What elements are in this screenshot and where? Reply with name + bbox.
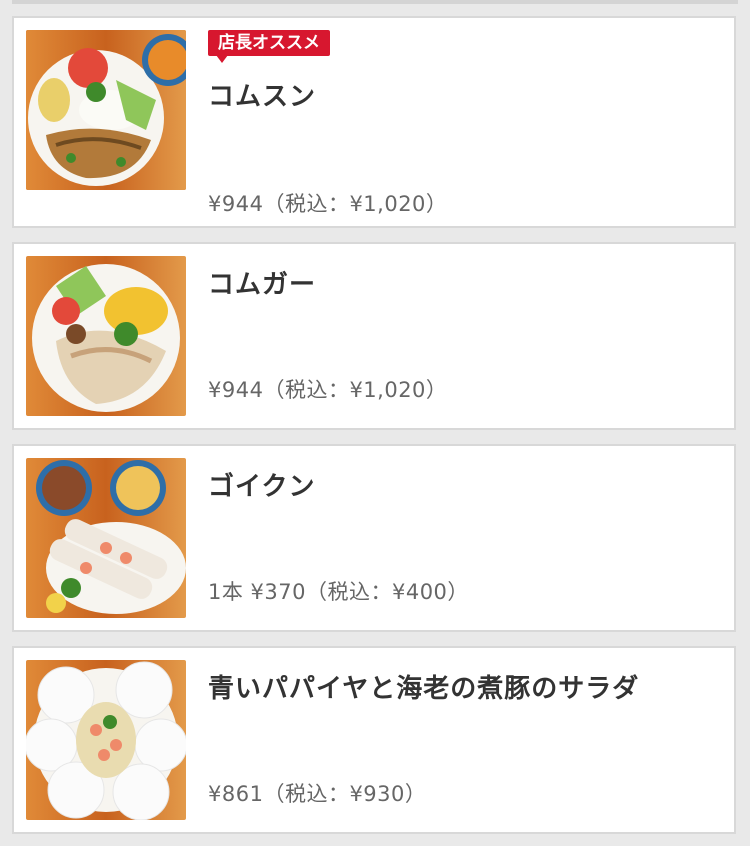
com-suon-dish-photo[interactable] (26, 30, 186, 190)
menu-item-name[interactable]: コムスン (208, 76, 316, 113)
menu-item-price: ¥944（税込：¥1,020） (208, 192, 448, 216)
papaya-salad-dish-photo[interactable] (26, 660, 186, 820)
menu-item-price: ¥944（税込：¥1,020） (208, 378, 448, 402)
menu-item-card[interactable]: 青いパパイヤと海老の煮豚のサラダ ¥861（税込：¥930） (12, 646, 736, 834)
goi-cuon-dish-photo[interactable] (26, 458, 186, 618)
store-recommended-badge: 店長オススメ (208, 30, 330, 63)
menu-item-name[interactable]: ゴイクン (208, 466, 315, 503)
menu-item-name[interactable]: コムガー (208, 264, 316, 301)
previous-card-edge (12, 0, 738, 4)
menu-item-price: 1本 ¥370（税込：¥400） (208, 580, 469, 604)
menu-item-price: ¥861（税込：¥930） (208, 782, 427, 806)
com-ga-dish-photo[interactable] (26, 256, 186, 416)
menu-item-name[interactable]: 青いパパイヤと海老の煮豚のサラダ (208, 668, 639, 705)
menu-item-card[interactable]: コムガー ¥944（税込：¥1,020） (12, 242, 736, 430)
menu-item-card[interactable]: 店長オススメ コムスン ¥944（税込：¥1,020） (12, 16, 736, 228)
menu-item-card[interactable]: ゴイクン 1本 ¥370（税込：¥400） (12, 444, 736, 632)
